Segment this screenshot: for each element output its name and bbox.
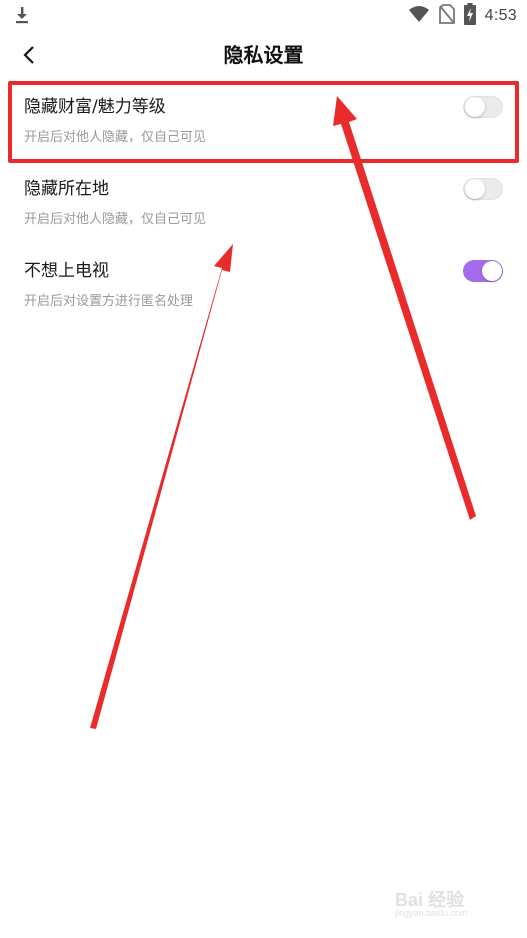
download-icon (12, 5, 32, 25)
battery-charging-icon (463, 3, 476, 29)
setting-title: 隐藏财富/魅力等级 (24, 97, 166, 117)
setting-description: 开启后对设置方进行匿名处理 (24, 294, 194, 309)
toggle-knob (465, 179, 485, 199)
status-bar: 4:53 (0, 0, 527, 32)
status-time: 4:53 (484, 7, 517, 24)
toggle-knob (482, 261, 502, 281)
setting-row-hide-location: 隐藏所在地 开启后对他人隐藏，仅自己可见 (0, 165, 527, 247)
baidu-jingyan-watermark: Bai 经验 jingyan.baidu.com (395, 886, 505, 920)
setting-title: 隐藏所在地 (24, 179, 109, 199)
page-title: 隐私设置 (223, 43, 304, 67)
hide-location-toggle[interactable] (463, 178, 503, 200)
status-icons: 4:53 (408, 3, 517, 29)
setting-description: 开启后对他人隐藏，仅自己可见 (24, 130, 207, 145)
setting-row-hide-wealth-level: 隐藏财富/魅力等级 开启后对他人隐藏，仅自己可见 (0, 83, 527, 165)
hide-wealth-level-toggle[interactable] (463, 96, 503, 118)
wifi-icon (408, 5, 430, 27)
setting-title: 不想上电视 (24, 261, 109, 281)
page-header: 隐私设置 (0, 32, 527, 78)
setting-description: 开启后对他人隐藏，仅自己可见 (24, 212, 207, 227)
toggle-knob (465, 97, 485, 117)
no-sim-icon (438, 4, 455, 28)
watermark-url: jingyan.baidu.com (395, 908, 468, 918)
setting-row-no-tv: 不想上电视 开启后对设置方进行匿名处理 (0, 247, 527, 329)
no-tv-toggle[interactable] (463, 260, 503, 282)
